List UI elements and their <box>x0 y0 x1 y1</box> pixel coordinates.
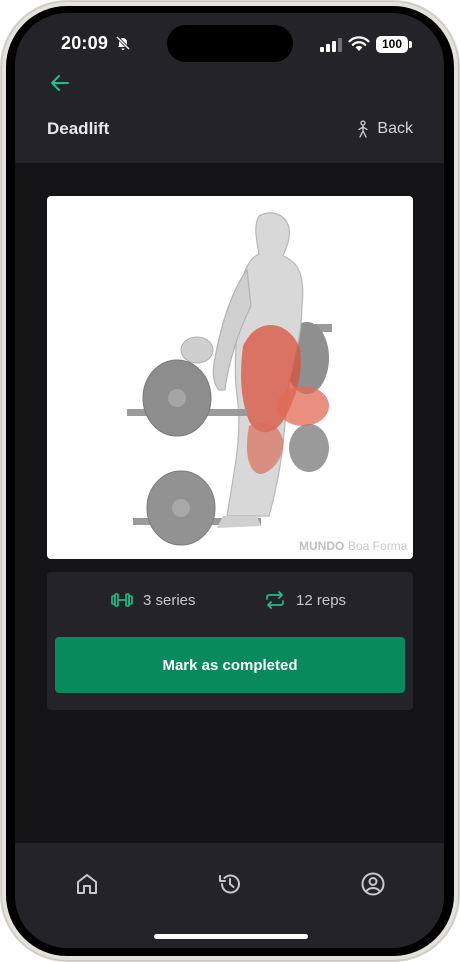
home-indicator[interactable] <box>154 934 308 939</box>
profile-icon <box>361 872 385 896</box>
bottom-nav <box>15 843 444 948</box>
status-time: 20:09 <box>61 33 109 53</box>
signal-icon <box>320 38 342 52</box>
silent-bell-icon <box>115 35 131 51</box>
nav-history[interactable] <box>217 871 243 897</box>
nav-profile[interactable] <box>360 871 386 897</box>
repeat-icon <box>266 591 284 609</box>
back-button[interactable]: Back <box>355 117 413 141</box>
dynamic-island <box>167 25 293 62</box>
nav-home[interactable] <box>74 871 100 897</box>
back-label: Back <box>377 120 413 137</box>
wifi-icon <box>348 36 370 51</box>
back-arrow-icon[interactable] <box>49 72 71 94</box>
reps-stat: 12 reps <box>264 590 346 610</box>
history-icon <box>219 874 240 894</box>
person-walk-icon <box>358 120 369 138</box>
exercise-image: MUNDO Boa Forma <box>47 196 413 559</box>
deadlift-illustration: MUNDO Boa Forma <box>127 212 408 553</box>
dumbbell-icon <box>111 593 133 607</box>
page-title: Deadlift <box>47 119 110 138</box>
status-bar: 20:09 100 <box>15 13 444 71</box>
app-screen: Deadlift Back 20:09 100 MUNDO Boa Forma … <box>15 13 444 948</box>
exercise-info-card: 3 series 12 reps Mark as completed <box>47 572 413 710</box>
home-icon <box>77 874 97 894</box>
series-stat: 3 series <box>111 590 196 610</box>
mark-completed-button[interactable]: Mark as completed <box>55 637 405 693</box>
watermark-bold: MUNDO <box>299 539 344 553</box>
series-label: 3 series <box>143 591 196 609</box>
watermark-light: Boa Forma <box>348 539 408 553</box>
battery-nub <box>409 41 412 48</box>
reps-label: 12 reps <box>296 591 347 609</box>
battery-indicator: 100 <box>376 36 408 53</box>
